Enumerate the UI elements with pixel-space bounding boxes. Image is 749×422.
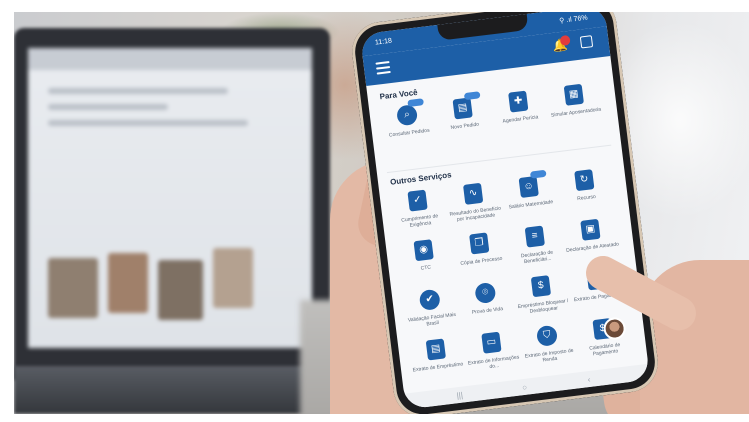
service-tile-label: Declaração de Atestado — [565, 241, 620, 254]
copy-icon: ❐ — [469, 232, 490, 255]
baby-icon: ☺ — [518, 169, 547, 198]
phone-screen: 11:18 ⚲ .ıl 76% 🔔 Para Você ⌕ Consultar P… — [359, 4, 651, 410]
laptop-screen-photo — [213, 248, 253, 308]
list-document-icon: ≡ — [524, 225, 545, 248]
service-tile[interactable]: ⌕ Consultar Pedidos — [379, 98, 440, 166]
calculator-document-icon: ▦ — [563, 83, 584, 106]
search-icon: ⌕ — [395, 98, 424, 127]
new-badge — [463, 91, 481, 101]
laptop-screen-photo — [48, 258, 98, 318]
medical-bag-icon: ✚ — [508, 90, 529, 113]
hand-money-icon: $ — [530, 275, 552, 298]
document-icon: ▤ — [452, 91, 481, 120]
service-tile-label: Resultado do Benefício por Incapacidade — [449, 205, 502, 223]
nav-back-button[interactable]: ‹ — [587, 375, 591, 384]
service-tile-label: Cópia de Processo — [460, 255, 503, 267]
laptop-screen-line — [48, 104, 168, 110]
status-time: 11:18 — [374, 37, 393, 47]
service-tile-label: Validação Facial Mais Brasil — [407, 311, 457, 328]
laptop-screen-line — [48, 120, 248, 126]
shield-icon: ⛉ — [535, 324, 559, 347]
laptop-screen-photo — [108, 253, 148, 313]
person-document-icon: ▣ — [580, 218, 601, 241]
service-tile-label: CTC — [420, 264, 432, 272]
new-badge — [529, 169, 547, 179]
exit-icon[interactable] — [579, 35, 594, 49]
service-tile[interactable]: ▤ Novo Pedido — [435, 91, 496, 159]
service-tile-label: Extrato de Empréstimo — [412, 361, 464, 374]
service-tile-label: Calendário de Pagamento — [588, 342, 621, 358]
frame-top — [0, 0, 749, 12]
service-tile[interactable]: ▦ Simular Aposentadoria — [546, 82, 607, 146]
laptop-screen — [28, 48, 312, 348]
hamburger-menu-icon[interactable] — [375, 61, 391, 75]
service-tile-label: Cumprimento de Exigência — [401, 213, 439, 229]
nav-recent-button[interactable]: ||| — [456, 391, 463, 401]
service-tile-label: Extrato de Informações do... — [467, 354, 520, 371]
new-badge — [407, 98, 424, 108]
service-tile-label: Agendar Perícia — [502, 114, 539, 125]
refresh-document-icon: ↻ — [574, 169, 595, 192]
service-tile-label: Declaração de Beneficiári... — [520, 249, 554, 266]
section-title-outros-servicos: Outros Serviços — [389, 170, 453, 187]
laptop-screen-photo — [158, 260, 203, 320]
smartphone: 11:18 ⚲ .ıl 76% 🔔 Para Você ⌕ Consultar P… — [348, 0, 662, 421]
notification-badge — [559, 34, 571, 47]
service-tile-label: Extrato de Imposto de Renda — [524, 347, 574, 364]
certificate-icon: ◉ — [413, 239, 434, 262]
loan-document-icon: ▤ — [425, 338, 447, 361]
laptop-screen-toolbar — [28, 48, 312, 70]
health-document-icon: ∿ — [463, 182, 484, 205]
face-scan-icon: ⌾ — [474, 281, 497, 305]
service-tile-label: Consultar Pedidos — [388, 127, 430, 139]
service-tile-label: Empréstimo Bloquear / Desbloquear — [517, 298, 569, 315]
user-check-icon: ✔ — [418, 288, 441, 312]
status-indicators: ⚲ .ıl 76% — [558, 14, 589, 25]
service-tile-label: Salário Maternidade — [508, 199, 554, 211]
photo-scene: 11:18 ⚲ .ıl 76% 🔔 Para Você ⌕ Consultar P… — [0, 0, 749, 422]
service-tile-label: Prova de Vida — [471, 306, 504, 316]
service-tile[interactable]: ✚ Agendar Perícia — [490, 88, 551, 152]
calendar-check-icon: ✓ — [407, 189, 428, 212]
service-tile-label: Recurso — [576, 193, 597, 203]
laptop-screen-line — [48, 88, 228, 94]
frame-left — [0, 0, 14, 422]
service-tile-label: Novo Pedido — [450, 121, 480, 132]
folder-icon: ▭ — [481, 331, 502, 354]
nav-home-button[interactable]: ○ — [522, 383, 528, 393]
service-tile-label: Simular Aposentadoria — [550, 106, 602, 119]
frame-bottom — [0, 414, 749, 422]
